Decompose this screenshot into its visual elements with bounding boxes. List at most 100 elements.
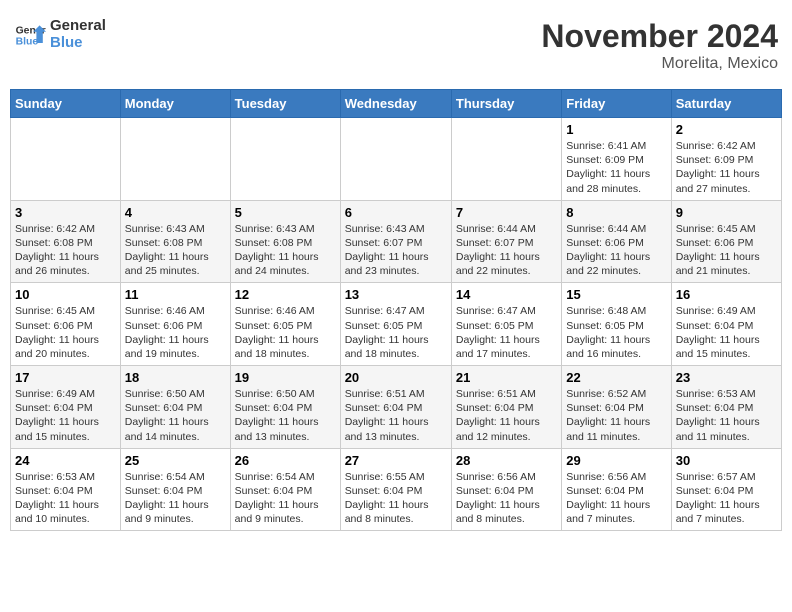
day-number: 16 bbox=[676, 287, 777, 302]
day-number: 19 bbox=[235, 370, 336, 385]
day-info: Sunrise: 6:51 AM Sunset: 6:04 PM Dayligh… bbox=[456, 387, 557, 444]
calendar-cell: 14 Sunrise: 6:47 AM Sunset: 6:05 PM Dayli… bbox=[451, 283, 561, 366]
svg-text:Blue: Blue bbox=[16, 36, 39, 47]
day-info: Sunrise: 6:55 AM Sunset: 6:04 PM Dayligh… bbox=[345, 470, 447, 527]
calendar-cell: 13 Sunrise: 6:47 AM Sunset: 6:05 PM Dayli… bbox=[340, 283, 451, 366]
day-info: Sunrise: 6:47 AM Sunset: 6:05 PM Dayligh… bbox=[345, 304, 447, 361]
day-number: 9 bbox=[676, 205, 777, 220]
day-info: Sunrise: 6:43 AM Sunset: 6:08 PM Dayligh… bbox=[125, 222, 226, 279]
day-number: 25 bbox=[125, 453, 226, 468]
calendar-week-3: 10Sunrise: 6:45 AM Sunset: 6:06 PM Dayli… bbox=[11, 283, 782, 366]
calendar-cell: 18 Sunrise: 6:50 AM Sunset: 6:04 PM Dayli… bbox=[120, 366, 230, 449]
day-number: 23 bbox=[676, 370, 777, 385]
day-info: Sunrise: 6:54 AM Sunset: 6:04 PM Dayligh… bbox=[235, 470, 336, 527]
day-header-friday: Friday bbox=[562, 90, 671, 118]
day-info: Sunrise: 6:56 AM Sunset: 6:04 PM Dayligh… bbox=[566, 470, 666, 527]
day-header-saturday: Saturday bbox=[671, 90, 781, 118]
calendar-cell bbox=[120, 118, 230, 201]
day-info: Sunrise: 6:52 AM Sunset: 6:04 PM Dayligh… bbox=[566, 387, 666, 444]
calendar-header-row: SundayMondayTuesdayWednesdayThursdayFrid… bbox=[11, 90, 782, 118]
day-info: Sunrise: 6:43 AM Sunset: 6:07 PM Dayligh… bbox=[345, 222, 447, 279]
calendar-week-1: 1 Sunrise: 6:41 AM Sunset: 6:09 PM Daylig… bbox=[11, 118, 782, 201]
calendar-cell: 28 Sunrise: 6:56 AM Sunset: 6:04 PM Dayli… bbox=[451, 448, 561, 531]
calendar-cell: 7Sunrise: 6:44 AM Sunset: 6:07 PM Daylig… bbox=[451, 200, 561, 283]
day-number: 1 bbox=[566, 122, 666, 137]
calendar-cell: 24 Sunrise: 6:53 AM Sunset: 6:04 PM Dayli… bbox=[11, 448, 121, 531]
day-info: Sunrise: 6:41 AM Sunset: 6:09 PM Dayligh… bbox=[566, 139, 666, 196]
day-number: 28 bbox=[456, 453, 557, 468]
calendar-cell: 12Sunrise: 6:46 AM Sunset: 6:05 PM Dayli… bbox=[230, 283, 340, 366]
day-info: Sunrise: 6:46 AM Sunset: 6:06 PM Dayligh… bbox=[125, 304, 226, 361]
day-number: 3 bbox=[15, 205, 116, 220]
title-section: November 2024 Morelita, Mexico bbox=[541, 18, 778, 73]
calendar-week-4: 17Sunrise: 6:49 AM Sunset: 6:04 PM Dayli… bbox=[11, 366, 782, 449]
calendar-cell: 5Sunrise: 6:43 AM Sunset: 6:08 PM Daylig… bbox=[230, 200, 340, 283]
day-number: 24 bbox=[15, 453, 116, 468]
calendar-cell: 29Sunrise: 6:56 AM Sunset: 6:04 PM Dayli… bbox=[562, 448, 671, 531]
logo: General Blue General Blue bbox=[14, 18, 106, 51]
day-info: Sunrise: 6:42 AM Sunset: 6:09 PM Dayligh… bbox=[676, 139, 777, 196]
calendar-cell: 23 Sunrise: 6:53 AM Sunset: 6:04 PM Dayli… bbox=[671, 366, 781, 449]
calendar-cell: 25 Sunrise: 6:54 AM Sunset: 6:04 PM Dayli… bbox=[120, 448, 230, 531]
day-info: Sunrise: 6:47 AM Sunset: 6:05 PM Dayligh… bbox=[456, 304, 557, 361]
day-info: Sunrise: 6:45 AM Sunset: 6:06 PM Dayligh… bbox=[15, 304, 116, 361]
calendar-cell: 17Sunrise: 6:49 AM Sunset: 6:04 PM Dayli… bbox=[11, 366, 121, 449]
calendar-cell: 15 Sunrise: 6:48 AM Sunset: 6:05 PM Dayli… bbox=[562, 283, 671, 366]
location: Morelita, Mexico bbox=[541, 55, 778, 73]
day-number: 6 bbox=[345, 205, 447, 220]
day-number: 8 bbox=[566, 205, 666, 220]
day-info: Sunrise: 6:56 AM Sunset: 6:04 PM Dayligh… bbox=[456, 470, 557, 527]
day-header-wednesday: Wednesday bbox=[340, 90, 451, 118]
day-info: Sunrise: 6:51 AM Sunset: 6:04 PM Dayligh… bbox=[345, 387, 447, 444]
day-info: Sunrise: 6:54 AM Sunset: 6:04 PM Dayligh… bbox=[125, 470, 226, 527]
day-header-tuesday: Tuesday bbox=[230, 90, 340, 118]
day-number: 2 bbox=[676, 122, 777, 137]
month-title: November 2024 bbox=[541, 18, 778, 55]
page-header: General Blue General Blue November 2024 … bbox=[10, 10, 782, 81]
calendar-cell: 3Sunrise: 6:42 AM Sunset: 6:08 PM Daylig… bbox=[11, 200, 121, 283]
day-info: Sunrise: 6:49 AM Sunset: 6:04 PM Dayligh… bbox=[676, 304, 777, 361]
calendar-week-5: 24 Sunrise: 6:53 AM Sunset: 6:04 PM Dayli… bbox=[11, 448, 782, 531]
calendar-cell: 19 Sunrise: 6:50 AM Sunset: 6:04 PM Dayli… bbox=[230, 366, 340, 449]
day-number: 26 bbox=[235, 453, 336, 468]
day-header-monday: Monday bbox=[120, 90, 230, 118]
day-number: 30 bbox=[676, 453, 777, 468]
day-number: 11 bbox=[125, 287, 226, 302]
day-info: Sunrise: 6:48 AM Sunset: 6:05 PM Dayligh… bbox=[566, 304, 666, 361]
day-number: 15 bbox=[566, 287, 666, 302]
calendar-cell bbox=[340, 118, 451, 201]
day-info: Sunrise: 6:53 AM Sunset: 6:04 PM Dayligh… bbox=[15, 470, 116, 527]
day-info: Sunrise: 6:50 AM Sunset: 6:04 PM Dayligh… bbox=[235, 387, 336, 444]
day-info: Sunrise: 6:57 AM Sunset: 6:04 PM Dayligh… bbox=[676, 470, 777, 527]
day-number: 7 bbox=[456, 205, 557, 220]
day-number: 22 bbox=[566, 370, 666, 385]
day-number: 20 bbox=[345, 370, 447, 385]
calendar-cell: 2 Sunrise: 6:42 AM Sunset: 6:09 PM Daylig… bbox=[671, 118, 781, 201]
day-number: 21 bbox=[456, 370, 557, 385]
calendar-cell: 30 Sunrise: 6:57 AM Sunset: 6:04 PM Dayli… bbox=[671, 448, 781, 531]
calendar-cell: 22 Sunrise: 6:52 AM Sunset: 6:04 PM Dayli… bbox=[562, 366, 671, 449]
day-number: 18 bbox=[125, 370, 226, 385]
day-info: Sunrise: 6:50 AM Sunset: 6:04 PM Dayligh… bbox=[125, 387, 226, 444]
day-number: 12 bbox=[235, 287, 336, 302]
calendar-cell: 21 Sunrise: 6:51 AM Sunset: 6:04 PM Dayli… bbox=[451, 366, 561, 449]
day-info: Sunrise: 6:53 AM Sunset: 6:04 PM Dayligh… bbox=[676, 387, 777, 444]
day-info: Sunrise: 6:45 AM Sunset: 6:06 PM Dayligh… bbox=[676, 222, 777, 279]
logo-text-general: General bbox=[50, 18, 106, 35]
day-number: 17 bbox=[15, 370, 116, 385]
calendar-cell bbox=[230, 118, 340, 201]
calendar-cell: 6 Sunrise: 6:43 AM Sunset: 6:07 PM Daylig… bbox=[340, 200, 451, 283]
day-header-sunday: Sunday bbox=[11, 90, 121, 118]
day-number: 27 bbox=[345, 453, 447, 468]
logo-icon: General Blue bbox=[14, 19, 46, 51]
day-number: 14 bbox=[456, 287, 557, 302]
calendar-cell bbox=[451, 118, 561, 201]
calendar-cell: 26 Sunrise: 6:54 AM Sunset: 6:04 PM Dayli… bbox=[230, 448, 340, 531]
day-number: 13 bbox=[345, 287, 447, 302]
calendar-cell: 8Sunrise: 6:44 AM Sunset: 6:06 PM Daylig… bbox=[562, 200, 671, 283]
day-info: Sunrise: 6:43 AM Sunset: 6:08 PM Dayligh… bbox=[235, 222, 336, 279]
calendar-cell: 11 Sunrise: 6:46 AM Sunset: 6:06 PM Dayli… bbox=[120, 283, 230, 366]
calendar-cell: 20 Sunrise: 6:51 AM Sunset: 6:04 PM Dayli… bbox=[340, 366, 451, 449]
calendar-cell: 27 Sunrise: 6:55 AM Sunset: 6:04 PM Dayli… bbox=[340, 448, 451, 531]
calendar-cell: 9 Sunrise: 6:45 AM Sunset: 6:06 PM Daylig… bbox=[671, 200, 781, 283]
